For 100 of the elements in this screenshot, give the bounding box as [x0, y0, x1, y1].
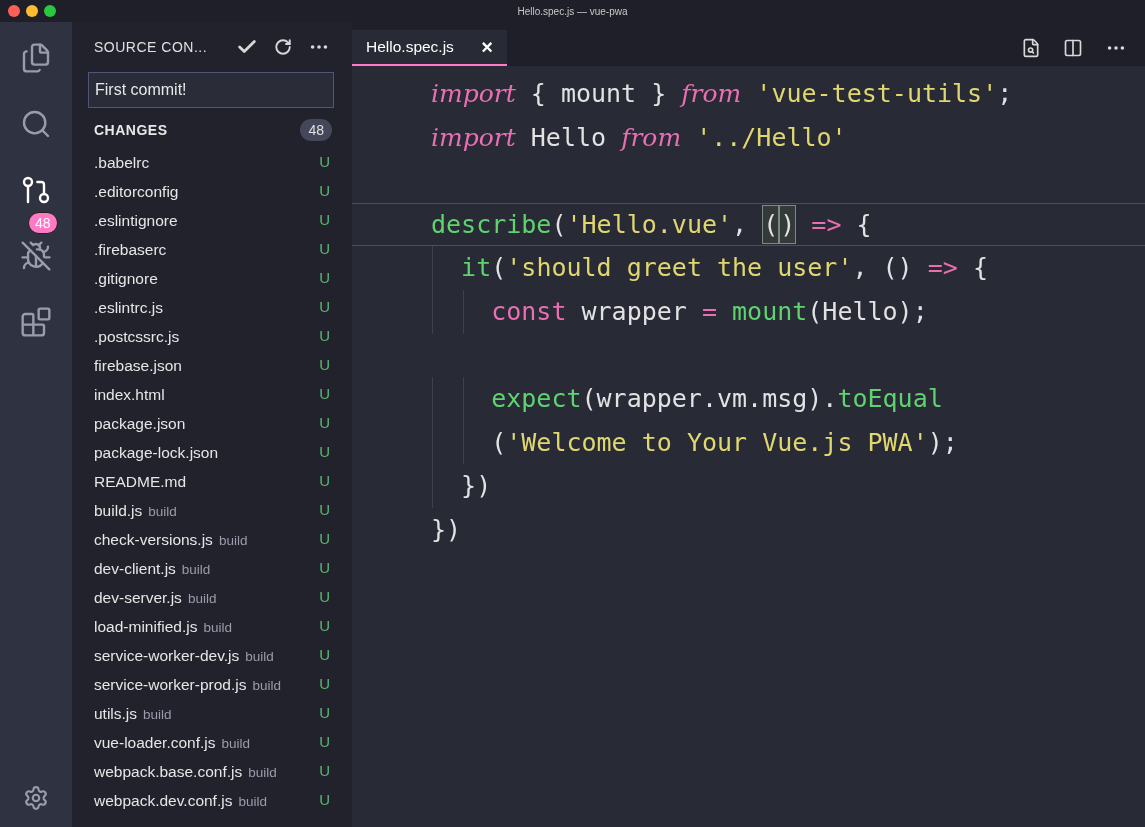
file-row[interactable]: firebase.json U: [94, 351, 332, 380]
folder-name: build: [181, 560, 211, 579]
code-token: , (): [852, 252, 914, 285]
folder-name: build: [252, 676, 281, 695]
status-letter: U: [319, 442, 330, 463]
matched-bracket: ): [779, 204, 797, 245]
folder-name: build: [248, 763, 277, 782]
file-row[interactable]: .postcssrc.js U: [94, 322, 332, 351]
file-row[interactable]: .eslintrc.js U: [94, 293, 332, 322]
window-title: Hello.spec.js — vue-pwa: [517, 4, 628, 19]
file-row[interactable]: .babelrc U: [94, 148, 332, 177]
editor-tab[interactable]: Hello.spec.js ×: [352, 30, 507, 66]
status-letter: U: [319, 152, 330, 173]
file-name: .postcssrc.js: [94, 326, 180, 347]
file-name: .babelrc: [94, 152, 150, 173]
file-name: .eslintrc.js: [94, 297, 163, 318]
file-name: README.md: [94, 471, 187, 492]
code-token: (: [491, 252, 507, 285]
file-name: service-worker-dev.js: [94, 645, 240, 666]
status-letter: U: [319, 471, 330, 492]
file-row[interactable]: package-lock.json U: [94, 438, 332, 467]
status-letter: U: [319, 790, 330, 811]
code-token: ,: [732, 208, 749, 241]
close-window-button[interactable]: [8, 5, 20, 17]
commit-message-field[interactable]: First commit!: [88, 72, 334, 108]
code-token: );: [927, 426, 958, 459]
file-row[interactable]: service-worker-dev.js build U: [94, 641, 332, 670]
file-name: package-lock.json: [94, 442, 219, 463]
file-row[interactable]: load-minified.js build U: [94, 612, 332, 641]
file-row[interactable]: vue-loader.conf.js build U: [94, 728, 332, 757]
status-letter: U: [319, 500, 330, 521]
code-token: '../Hello': [695, 121, 847, 154]
code-token: 'Hello.vue': [566, 208, 733, 241]
section-title: CHANGES: [94, 120, 168, 140]
file-row[interactable]: webpack.base.conf.js build U: [94, 757, 332, 786]
minimize-window-button[interactable]: [26, 5, 38, 17]
search-icon: [20, 108, 52, 140]
code-token: 'Welcome to Your Vue.js PWA': [506, 426, 928, 459]
code-token: }): [460, 470, 492, 503]
status-letter: U: [319, 732, 330, 753]
maximize-window-button[interactable]: [44, 5, 56, 17]
file-name: build.js: [94, 500, 143, 521]
status-letter: U: [319, 529, 330, 550]
file-name: webpack.base.conf.js: [94, 761, 243, 782]
folder-name: build: [238, 792, 267, 811]
status-letter: U: [319, 703, 330, 724]
file-row[interactable]: README.md U: [94, 467, 332, 496]
code-token: const: [490, 296, 567, 328]
code-token: mount: [731, 296, 808, 328]
status-letter: U: [319, 384, 330, 405]
file-row[interactable]: webpack.dev.conf.js build U: [94, 786, 332, 815]
file-name: .editorconfig: [94, 181, 179, 202]
file-row[interactable]: .eslintignore U: [94, 206, 332, 235]
folder-name: build: [218, 531, 248, 550]
code-token: from: [681, 78, 742, 111]
code-token: =: [701, 296, 717, 328]
code-token: }): [431, 514, 462, 546]
file-row[interactable]: build.js build U: [94, 496, 332, 525]
folder-name: build: [187, 589, 217, 608]
file-name: webpack.dev.conf.js: [94, 790, 233, 811]
file-row[interactable]: package.json U: [94, 409, 332, 438]
refresh-icon[interactable]: [274, 38, 292, 56]
folder-name: build: [203, 618, 232, 637]
file-name: vue-loader.conf.js: [94, 732, 216, 753]
file-row[interactable]: dev-server.js build U: [94, 583, 332, 612]
status-letter: U: [319, 616, 330, 637]
count-badge: 48: [300, 119, 332, 141]
file-row[interactable]: service-worker-prod.js build U: [94, 670, 332, 699]
crossed-bug-icon: [20, 240, 52, 272]
files-icon: [20, 42, 52, 74]
status-letter: U: [319, 587, 330, 608]
file-row[interactable]: utils.js build U: [94, 699, 332, 728]
split-editor-icon[interactable]: [1063, 38, 1083, 58]
code-token: describe: [431, 208, 552, 241]
file-row[interactable]: .firebaserc U: [94, 235, 332, 264]
code-token: it: [460, 252, 492, 285]
file-name: .firebaserc: [94, 239, 167, 260]
status-letter: U: [319, 268, 330, 289]
code-token: import: [431, 78, 516, 111]
folder-name: build: [221, 734, 251, 753]
folder-name: build: [143, 705, 172, 724]
status-letter: U: [319, 239, 330, 260]
sidebar-title: SOURCE CON...: [94, 37, 208, 57]
file-name: .eslintignore: [94, 210, 178, 231]
code-token: toEqual: [837, 383, 943, 416]
status-letter: U: [319, 674, 330, 695]
status-letter: U: [319, 210, 330, 231]
code-token: {: [971, 252, 988, 285]
file-row[interactable]: .editorconfig U: [94, 177, 332, 206]
file-row[interactable]: dev-client.js build U: [94, 554, 332, 583]
file-row[interactable]: index.html U: [94, 380, 332, 409]
file-row[interactable]: check-versions.js build U: [94, 525, 332, 554]
file-name: service-worker-prod.js: [94, 674, 247, 695]
close-tab-button[interactable]: ×: [481, 32, 493, 62]
preview-search-icon[interactable]: [1021, 38, 1041, 58]
code-token: expect: [490, 383, 582, 416]
code-token: (Hello);: [807, 296, 928, 328]
settings-icon[interactable]: [23, 785, 49, 811]
status-letter: U: [319, 297, 330, 318]
file-row[interactable]: .gitignore U: [94, 264, 332, 293]
